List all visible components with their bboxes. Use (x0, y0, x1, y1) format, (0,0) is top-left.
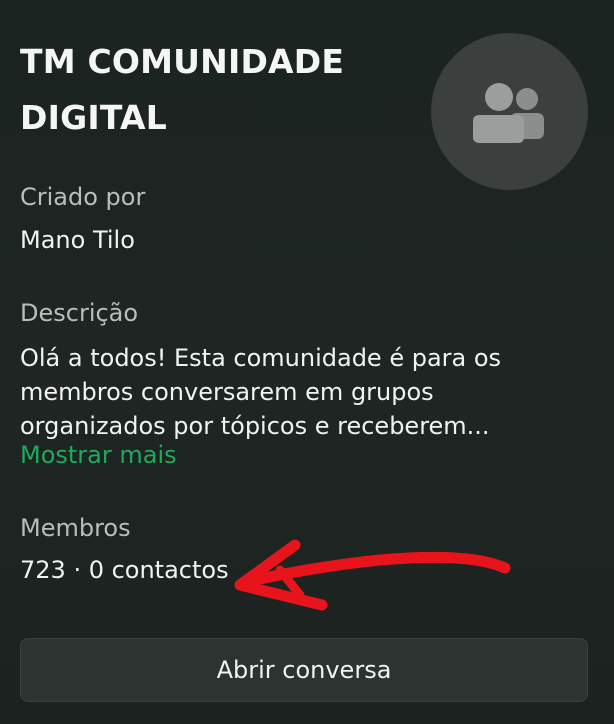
open-chat-label: Abrir conversa (216, 656, 392, 684)
members-label: Membros (20, 514, 131, 542)
created-by-value: Mano Tilo (20, 226, 135, 254)
description-text: Olá a todos! Esta comunidade é para os m… (20, 344, 502, 440)
community-avatar (431, 33, 588, 190)
community-title-line2: DIGITAL (20, 98, 167, 137)
members-count: 723 · 0 contactos (20, 556, 229, 584)
description-label: Descrição (20, 299, 139, 327)
community-title-line1: TM COMUNIDADE (20, 42, 345, 81)
community-group-icon (473, 83, 544, 143)
open-chat-button[interactable]: Abrir conversa (20, 638, 588, 702)
created-by-label: Criado por (20, 183, 146, 211)
show-more-link[interactable]: Mostrar mais (20, 441, 177, 469)
community-info-panel: TM COMUNIDADE DIGITAL Criado por Mano Ti… (0, 0, 614, 724)
community-title: TM COMUNIDADE DIGITAL (20, 34, 410, 146)
